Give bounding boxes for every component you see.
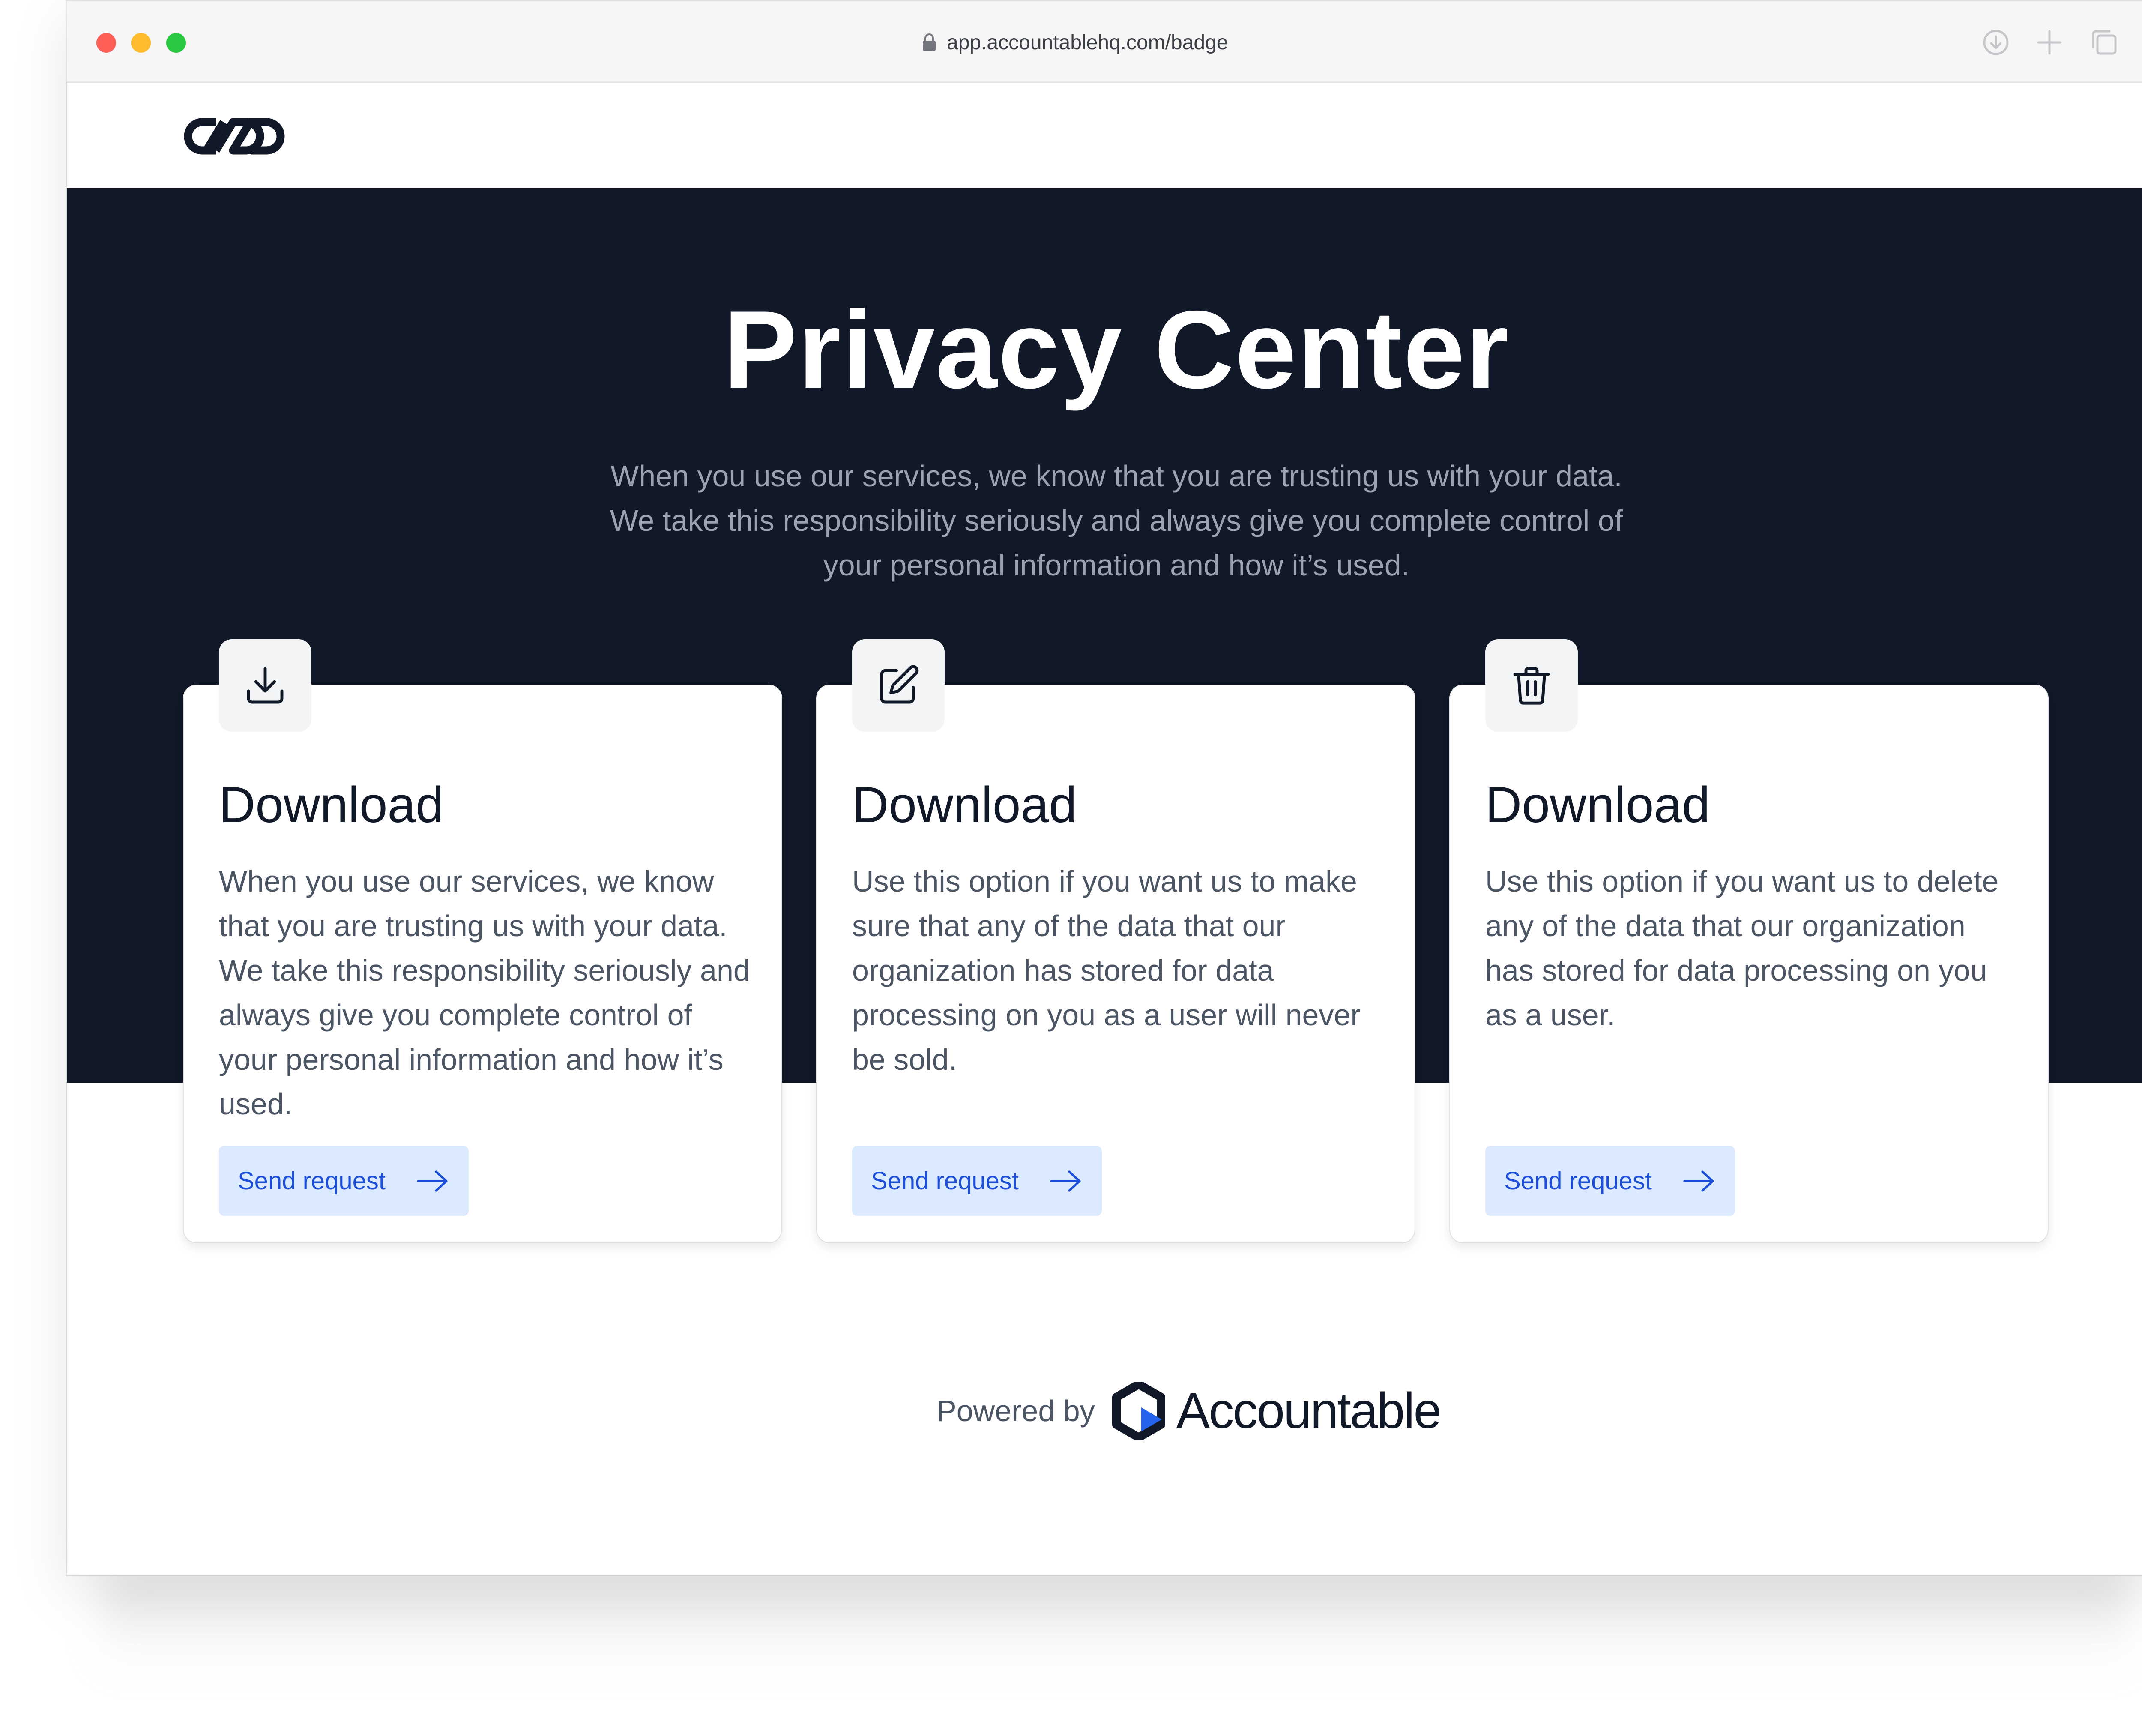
powered-by-label: Powered by [936,1394,1095,1428]
hero-subtitle: When you use our services, we know that … [602,454,1630,587]
page-title: Privacy Center [723,287,1510,411]
hero-subtitle-line: When you use our services, we know that … [610,459,1622,493]
arrow-right-icon [1050,1170,1081,1192]
do-not-sell-card: Download Use this option if you want us … [817,639,1415,1242]
card-description-line: be sold. [852,1043,957,1076]
minimize-window-button[interactable] [131,33,151,53]
send-request-label: Send request [1504,1167,1652,1195]
hero-subtitle-line: your personal information and how it’s u… [823,548,1410,582]
card-description-line: any of the data that our organization [1485,909,1965,943]
maximize-window-button[interactable] [166,33,186,53]
tabs-icon[interactable] [2088,26,2121,59]
company-logo[interactable] [182,113,300,160]
card-description-line: always give you complete control of [219,998,692,1032]
card-description-line: Use this option if you want us to make [852,865,1357,898]
trash-icon [1513,667,1550,705]
send-request-label: Send request [238,1167,386,1195]
card-icon-container [1485,639,1578,732]
arrow-right-icon [417,1170,448,1192]
download-tray-icon [247,667,284,704]
card-description-line: as a user. [1485,998,1615,1032]
card-description-line: organization has stored for data [852,954,1274,987]
url-text: app.accountablehq.com/badge [947,31,1228,54]
send-request-button[interactable]: Send request [1485,1146,1735,1216]
download-data-card: Download When you use our services, we k… [184,639,781,1242]
card-description-line: When you use our services, we know [219,865,714,898]
send-request-button[interactable]: Send request [852,1146,1102,1216]
card-description: When you use our services, we know that … [219,859,750,1126]
send-request-label: Send request [871,1167,1019,1195]
card-description: Use this option if you want us to delete… [1485,859,2016,1037]
card-title: Download [219,777,444,833]
brand-name: Accountable [1176,1383,1442,1439]
card-description-line: sure that any of the data that our [852,909,1286,943]
card-description-line: Use this option if you want us to delete [1485,865,1999,898]
close-window-button[interactable] [96,33,116,53]
powered-by-footer[interactable]: Powered by Accountable [936,1381,1442,1441]
site-header [67,83,2142,188]
card-description: Use this option if you want us to make s… [852,859,1383,1082]
card-title: Download [1485,777,1710,833]
card-description-line: processing on you as a user will never [852,998,1361,1032]
card-icon-container [852,639,945,732]
card-description-line: your personal information and how it’s [219,1043,724,1076]
card-description-line: has stored for data processing on you [1485,954,1987,987]
card-icon-container [219,639,311,732]
window-shadow [103,1568,2129,1671]
browser-window: app.accountablehq.com/badge Privacy Cent… [67,1,2142,1575]
plus-icon[interactable] [2033,26,2066,59]
download-circle-icon[interactable] [1980,26,2012,59]
edit-pencil-icon [880,665,919,704]
hero-subtitle-line: We take this responsibility seriously an… [610,504,1623,537]
card-description-line: used. [219,1087,293,1121]
delete-data-card: Download Use this option if you want us … [1450,639,2048,1242]
send-request-button[interactable]: Send request [219,1146,469,1216]
card-title: Download [852,777,1077,833]
address-bar[interactable]: app.accountablehq.com/badge [922,27,1228,58]
browser-titlebar: app.accountablehq.com/badge [67,1,2142,83]
card-description-line: that you are trusting us with your data. [219,909,727,943]
accountable-logo-icon [1112,1382,1165,1440]
card-description-line: We take this responsibility seriously an… [219,954,750,987]
lock-icon [923,33,936,51]
arrow-right-icon [1683,1170,1714,1192]
